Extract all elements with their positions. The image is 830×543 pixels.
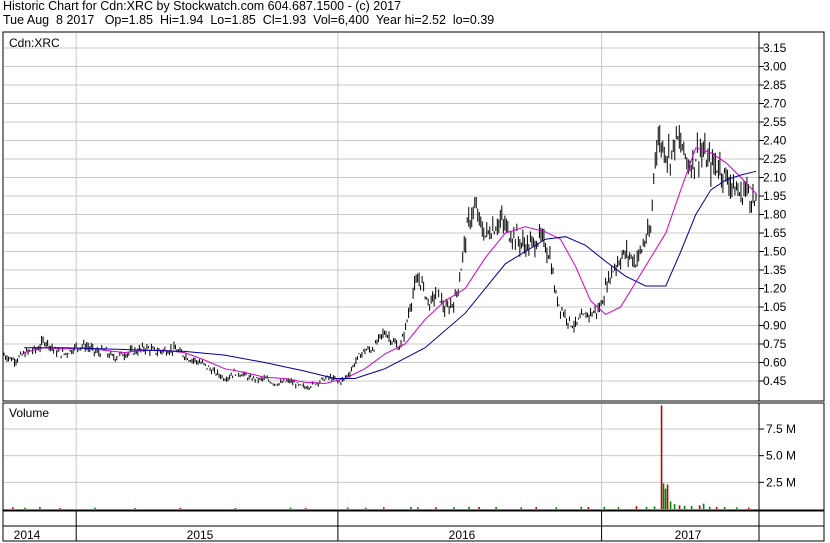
volume-bar: [587, 506, 590, 509]
volume-bar: [134, 508, 136, 509]
volume-bar: [535, 507, 538, 509]
volume-bar: [495, 506, 497, 509]
volume-bar: [747, 507, 750, 509]
volume-tick-label: 7.5 M: [766, 422, 796, 436]
volume-bar: [59, 507, 61, 509]
volume-bar: [39, 507, 41, 509]
volume-bar: [653, 506, 656, 509]
volume-bar: [383, 507, 385, 509]
volume-bar: [669, 501, 672, 509]
price-tick-label: 2.10: [763, 171, 787, 185]
volume-bar: [678, 505, 681, 509]
volume-bar: [702, 503, 705, 509]
price-tick-label: 2.40: [763, 134, 787, 148]
year-label: 2016: [449, 528, 476, 542]
volume-bar: [478, 506, 480, 509]
volume-bar: [723, 507, 726, 509]
price-tick-label: 1.05: [763, 300, 787, 314]
price-tick-label: 0.45: [763, 374, 787, 388]
volume-bar: [410, 506, 412, 509]
volume-bar: [234, 507, 237, 509]
volume-bar: [664, 488, 667, 509]
price-tick-label: 0.60: [763, 356, 787, 370]
volume-panel-frame: [2, 402, 825, 511]
volume-bar: [635, 506, 638, 509]
volume-tick-label: 2.5 M: [766, 475, 796, 489]
price-tick-label: 1.65: [763, 226, 787, 240]
volume-bar: [555, 507, 558, 509]
volume-tick-label: 5.0 M: [766, 449, 796, 463]
volume-bar: [683, 505, 686, 509]
price-tick-label: 1.35: [763, 263, 787, 277]
price-tick-label: 1.50: [763, 245, 787, 259]
volume-bar: [708, 506, 711, 509]
volume-bar: [662, 483, 665, 509]
stock-chart: 3.15 3.00 2.85 2.70 2.55 2.40 2.25 2.10 1.95 1.80…: [2, 31, 825, 542]
price-tick-label: 1.80: [763, 208, 787, 222]
volume-bar: [346, 507, 349, 509]
price-tick-label: 1.95: [763, 189, 787, 203]
volume-bar: [698, 505, 701, 509]
volume-bar: [24, 507, 26, 509]
volume-bar: [673, 504, 676, 509]
price-tick-label: 3.15: [763, 41, 787, 55]
volume-bar: [645, 506, 648, 509]
volume-bar: [12, 507, 14, 509]
volume-bar: [617, 507, 620, 509]
year-label: 2017: [675, 528, 702, 542]
volume-bar: [94, 507, 96, 509]
volume-bar: [520, 507, 522, 509]
volume-bar: [304, 508, 307, 509]
year-label: 2014: [14, 528, 41, 542]
volume-bar: [417, 507, 419, 509]
volume-bar: [660, 405, 663, 509]
price-panel-frame: [2, 31, 825, 402]
price-tick-label: 0.75: [763, 337, 787, 351]
volume-bar: [468, 506, 470, 509]
volume-bar: [735, 507, 738, 509]
year-label: 2015: [187, 528, 214, 542]
volume-bar: [603, 506, 606, 509]
volume-panel-title: Volume: [9, 406, 49, 420]
price-panel-title: Cdn:XRC: [9, 36, 60, 50]
volume-bar: [453, 507, 455, 509]
price-tick-label: 2.55: [763, 115, 787, 129]
price-tick-label: 0.90: [763, 319, 787, 333]
volume-bar: [715, 506, 718, 509]
price-tick-label: 2.85: [763, 78, 787, 92]
volume-bar: [179, 507, 182, 509]
volume-bar: [364, 507, 367, 509]
volume-bar: [666, 484, 669, 509]
volume-bar: [289, 507, 292, 509]
price-tick-label: 2.25: [763, 152, 787, 166]
price-tick-label: 2.70: [763, 97, 787, 111]
volume-bar: [690, 506, 693, 509]
volume-bar: [580, 506, 583, 509]
price-tick-label: 3.00: [763, 60, 787, 74]
price-tick-label: 1.20: [763, 282, 787, 296]
volume-bar: [435, 507, 437, 509]
